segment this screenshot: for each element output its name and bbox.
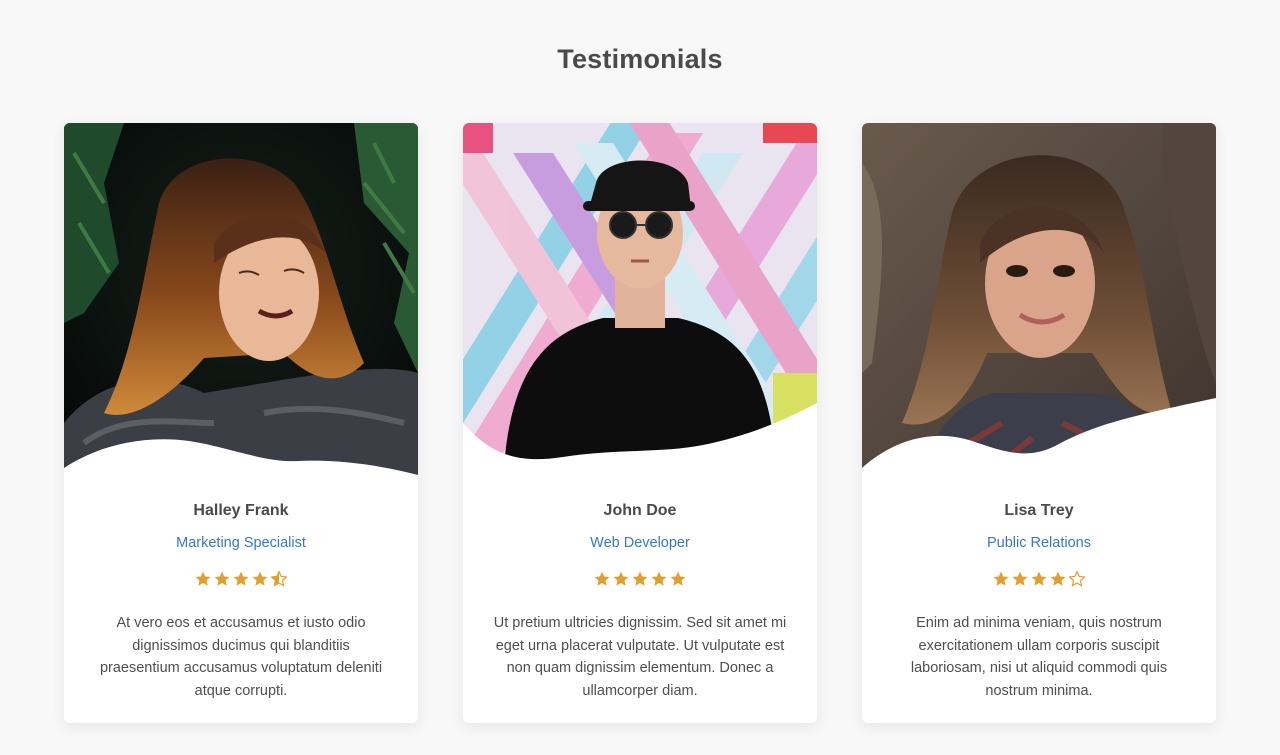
testimonial-card: John Doe Web Developer Ut pretium ultric… xyxy=(463,123,817,723)
star-rating xyxy=(463,569,817,589)
star-full-icon xyxy=(1030,570,1048,588)
testimonial-card: Halley Frank Marketing Specialist At ver… xyxy=(64,123,418,723)
wave-divider xyxy=(64,439,418,483)
testimonial-name: Halley Frank xyxy=(193,502,289,519)
star-full-icon xyxy=(593,570,611,588)
star-full-icon xyxy=(612,570,630,588)
star-full-icon xyxy=(251,570,269,588)
wave-divider xyxy=(862,398,1216,483)
testimonial-quote: At vero eos et accusamus et iusto odio d… xyxy=(99,615,383,699)
star-full-icon xyxy=(232,570,250,588)
star-rating xyxy=(64,569,418,589)
testimonial-role: Public Relations xyxy=(987,535,1091,551)
testimonial-role: Web Developer xyxy=(590,535,690,551)
star-rating xyxy=(862,569,1216,589)
testimonial-role: Marketing Specialist xyxy=(176,535,306,551)
wave-divider xyxy=(463,403,817,483)
star-full-icon xyxy=(213,570,231,588)
testimonial-card: Lisa Trey Public Relations Enim ad minim… xyxy=(862,123,1216,723)
testimonial-name: John Doe xyxy=(603,502,677,519)
testimonial-name: Lisa Trey xyxy=(1004,502,1074,519)
star-empty-icon xyxy=(1068,570,1086,588)
testimonial-quote: Enim ad minima veniam, quis nostrum exer… xyxy=(910,615,1168,699)
star-full-icon xyxy=(650,570,668,588)
star-half-icon xyxy=(270,570,288,588)
star-full-icon xyxy=(992,570,1010,588)
star-full-icon xyxy=(194,570,212,588)
star-full-icon xyxy=(1049,570,1067,588)
page-title: Testimonials xyxy=(557,44,723,74)
star-full-icon xyxy=(1011,570,1029,588)
testimonial-quote: Ut pretium ultricies dignissim. Sed sit … xyxy=(493,615,787,699)
testimonial-cards: Halley Frank Marketing Specialist At ver… xyxy=(0,123,1280,723)
star-full-icon xyxy=(631,570,649,588)
star-full-icon xyxy=(669,570,687,588)
